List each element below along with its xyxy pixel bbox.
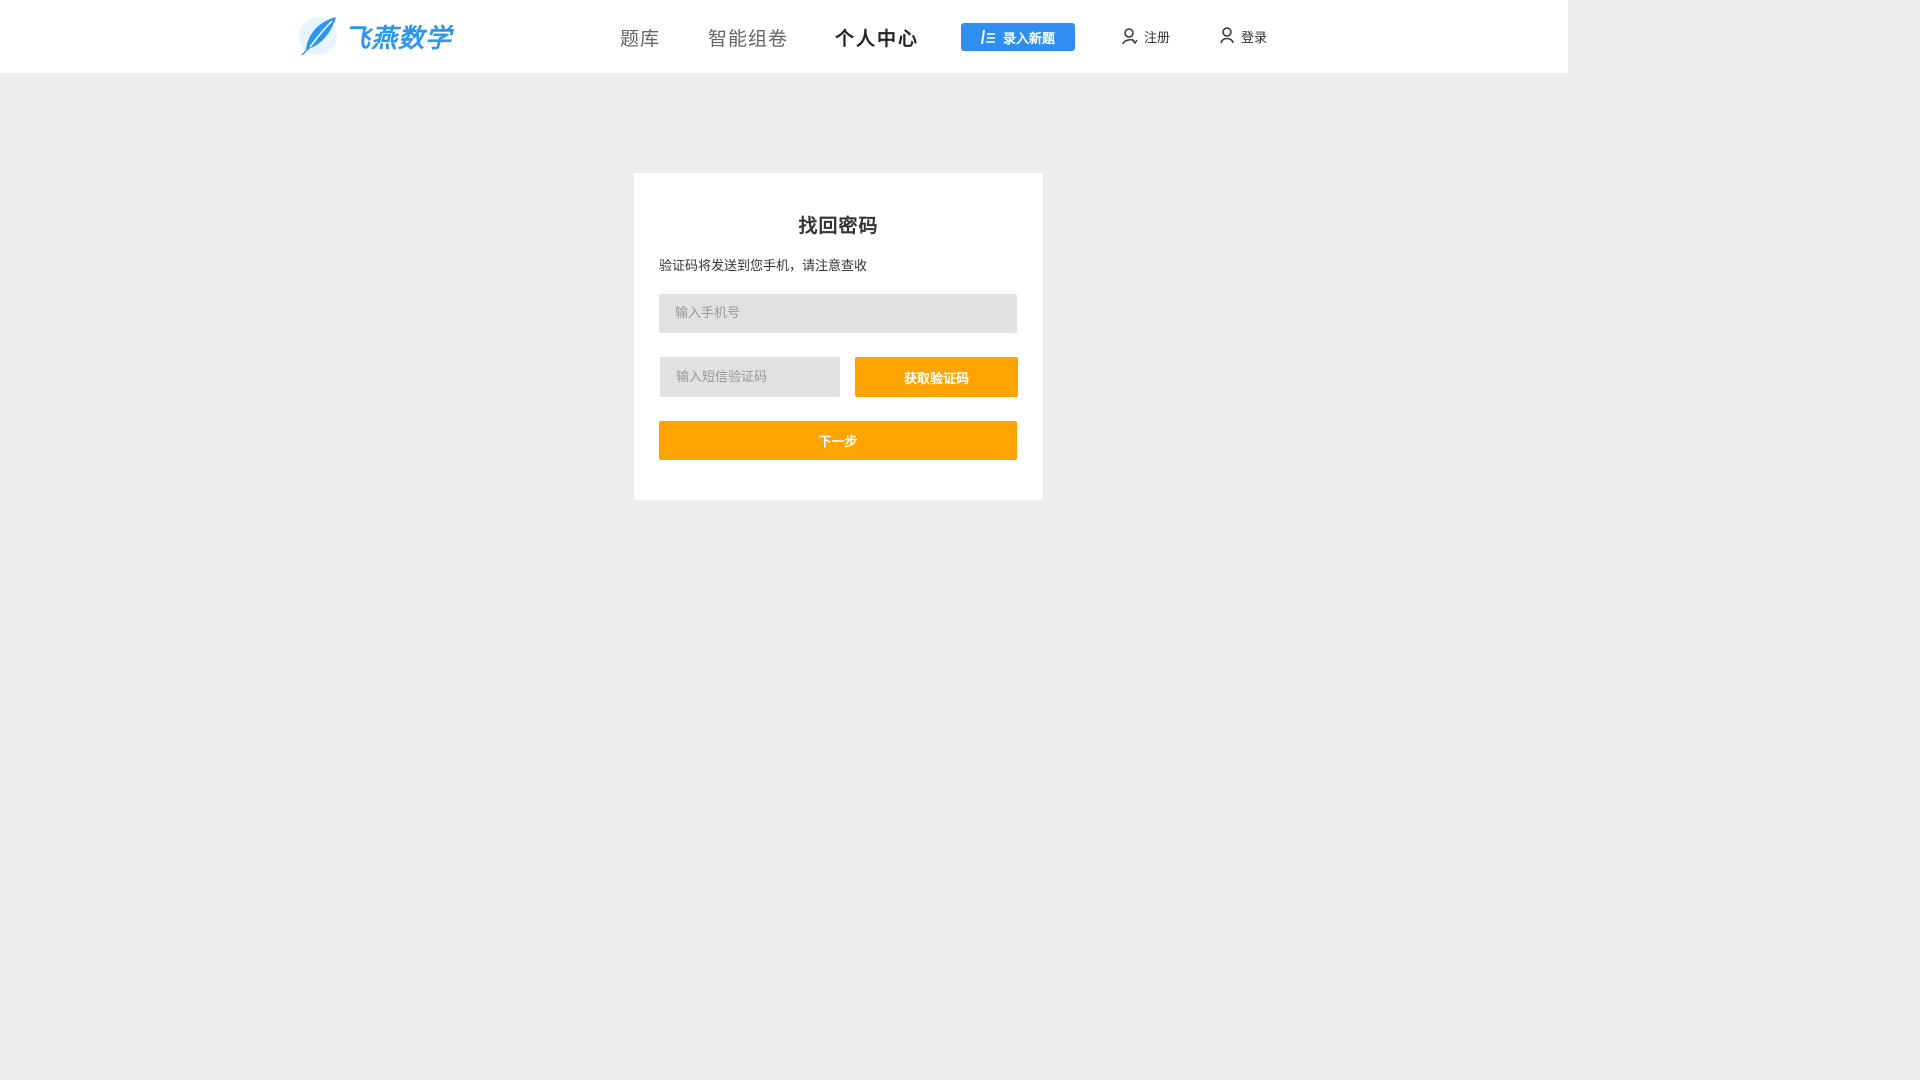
user-icon (1220, 27, 1234, 44)
new-question-label: 录入新题 (1002, 31, 1055, 47)
page-title: 找回密码 (798, 215, 879, 237)
top-navigation-bar: 飞燕数学 题库 智能组卷 个人中心 录入新题 注册 登录 (0, 0, 1568, 73)
site-logo[interactable]: 飞燕数学 (296, 13, 452, 59)
sms-hint-text: 验证码将发送到您手机，请注意查收 (659, 259, 868, 274)
leaf-feather-icon (299, 17, 337, 56)
nav-smart-paper[interactable]: 智能组卷 (708, 24, 788, 51)
register-label: 注册 (1144, 30, 1171, 46)
new-question-button[interactable]: 录入新题 (961, 23, 1075, 51)
register-link[interactable]: 注册 (1122, 26, 1170, 46)
get-code-button[interactable]: 获取验证码 (855, 357, 1018, 397)
next-step-button[interactable]: 下一步 (659, 421, 1017, 460)
logo-text: 飞燕数学 (344, 23, 453, 54)
login-link[interactable]: 登录 (1219, 26, 1267, 46)
recover-password-card: 找回密码 验证码将发送到您手机，请注意查收 获取验证码 下一步 (634, 173, 1043, 500)
login-label: 登录 (1241, 30, 1268, 46)
phone-input[interactable] (659, 294, 1017, 333)
sms-code-input[interactable] (660, 357, 840, 397)
edit-list-icon (980, 29, 995, 45)
user-add-icon (1122, 28, 1138, 45)
nav-question-bank[interactable]: 题库 (620, 24, 660, 51)
nav-personal-center[interactable]: 个人中心 (835, 24, 919, 51)
